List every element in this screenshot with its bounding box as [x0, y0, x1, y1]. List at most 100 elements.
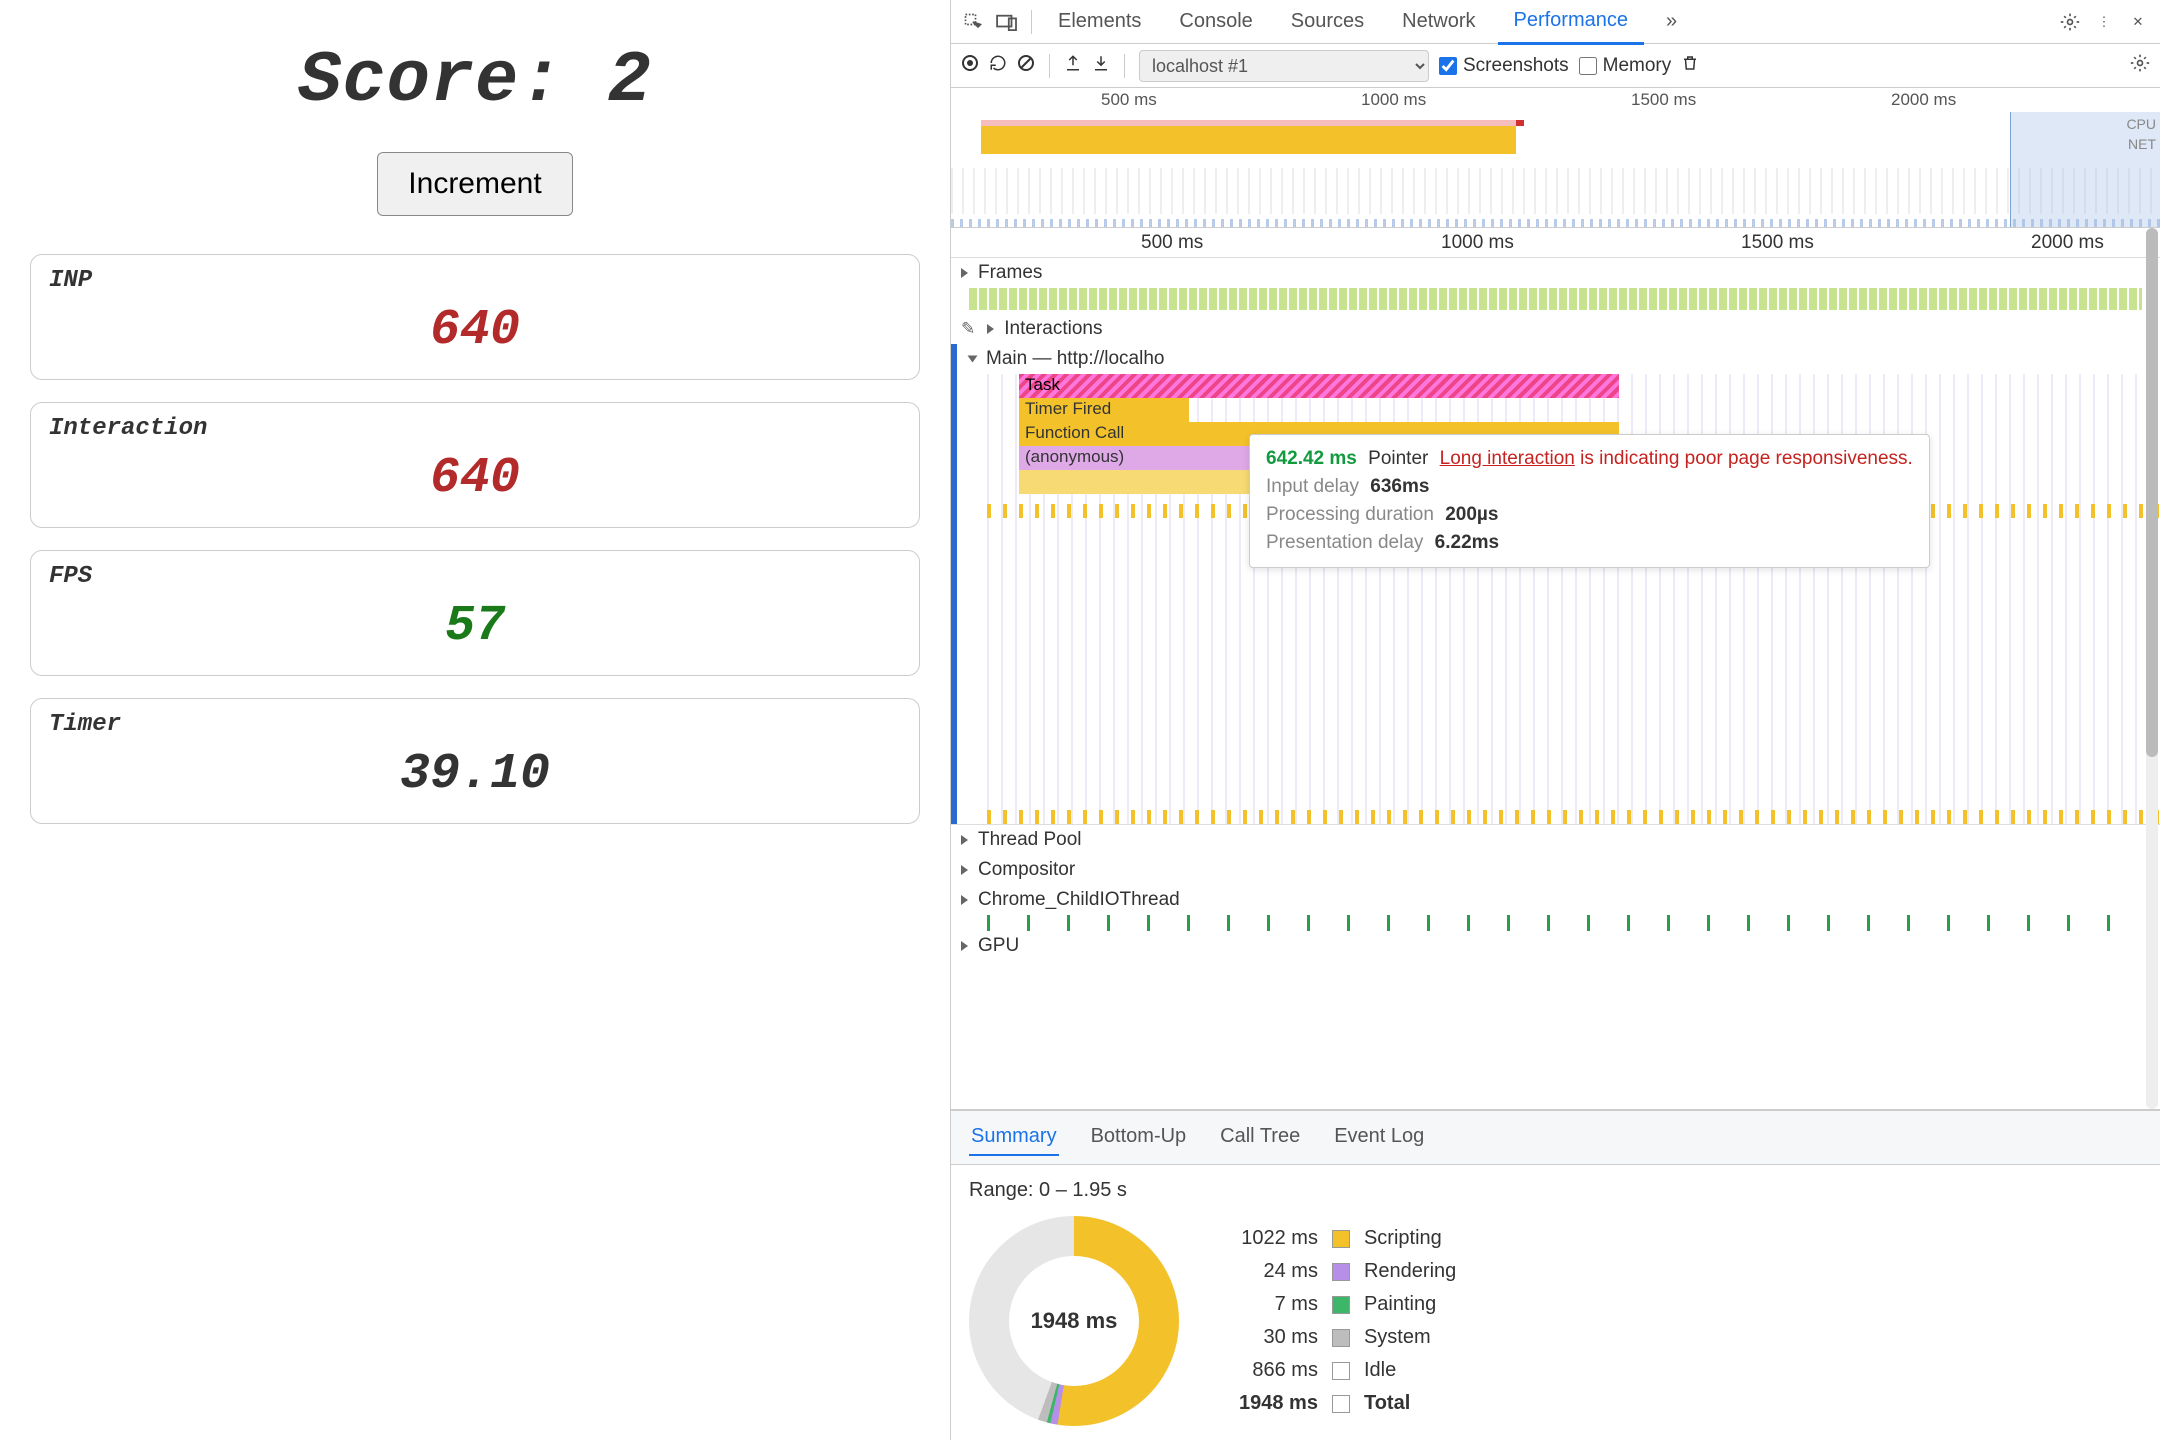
tooltip-tail: is indicating poor page responsiveness.: [1580, 448, 1913, 469]
legend-name: Painting: [1364, 1293, 1456, 1316]
screenshots-checkbox[interactable]: [1439, 57, 1457, 75]
flame-chart[interactable]: Task Timer Fired Function Call (anonymou…: [987, 374, 2160, 824]
tracks-scrollbar[interactable]: [2146, 228, 2158, 1109]
summary-legend: 1022 msScripting 24 msRendering 7 msPain…: [1239, 1227, 1456, 1415]
tab-more[interactable]: »: [1650, 0, 1693, 43]
sumtab-calltree[interactable]: Call Tree: [1218, 1119, 1302, 1156]
legend-ms: 1022 ms: [1239, 1227, 1318, 1250]
gpu-activity-marks: [987, 915, 2160, 931]
ruler2-tick: 500 ms: [1141, 232, 1203, 254]
track-main-header[interactable]: Main — http://localho: [951, 344, 2160, 374]
track-childio-label: Chrome_ChildIOThread: [978, 889, 1180, 911]
legend-name: Idle: [1364, 1359, 1456, 1382]
tooltip-long-interaction-link[interactable]: Long interaction: [1440, 448, 1575, 469]
legend-swatch-total: [1332, 1395, 1350, 1413]
download-icon[interactable]: [1092, 54, 1110, 78]
chevron-right-icon: [987, 324, 994, 334]
perf-toolbar: localhost #1 Screenshots Memory: [951, 44, 2160, 88]
chevron-right-icon: [961, 268, 968, 278]
legend-ms: 7 ms: [1239, 1293, 1318, 1316]
legend-swatch-rendering: [1332, 1263, 1350, 1281]
separator: [1049, 54, 1050, 78]
sumtab-bottomup[interactable]: Bottom-Up: [1089, 1119, 1189, 1156]
screenshots-label: Screenshots: [1463, 55, 1569, 77]
reload-icon[interactable]: [989, 54, 1007, 78]
track-frames-content[interactable]: [969, 288, 2142, 310]
track-threadpool-header[interactable]: Thread Pool: [951, 825, 2160, 855]
track-frames-header[interactable]: Frames: [951, 258, 2160, 288]
score-heading: Score: 2: [298, 40, 652, 122]
summary-tabs: Summary Bottom-Up Call Tree Event Log: [951, 1110, 2160, 1165]
card-interaction: Interaction 640: [30, 402, 920, 528]
tooltip-row-value: 6.22ms: [1435, 532, 1499, 553]
tooltip-row-value: 636ms: [1370, 476, 1429, 497]
legend-swatch-idle: [1332, 1362, 1350, 1380]
tab-performance[interactable]: Performance: [1498, 0, 1645, 45]
overview-net-activity: [951, 168, 2160, 214]
close-icon[interactable]: ✕: [2124, 8, 2152, 36]
tab-network[interactable]: Network: [1386, 0, 1491, 43]
upload-icon[interactable]: [1064, 54, 1082, 78]
chevron-down-icon: [968, 356, 978, 363]
overview-cpu-label: CPU: [2126, 114, 2156, 134]
ruler-tick: 2000 ms: [1891, 90, 1956, 110]
ruler-tick: 1500 ms: [1631, 90, 1696, 110]
track-compositor-header[interactable]: Compositor: [951, 855, 2160, 885]
increment-button[interactable]: Increment: [377, 152, 572, 216]
flame-task[interactable]: Task: [1019, 374, 1619, 398]
track-threadpool-label: Thread Pool: [978, 829, 1082, 851]
legend-ms: 24 ms: [1239, 1260, 1318, 1283]
memory-label: Memory: [1603, 55, 1672, 77]
chevron-right-icon: [961, 941, 968, 951]
track-gpu-header[interactable]: GPU: [951, 931, 2160, 961]
chevron-right-icon: [961, 895, 968, 905]
tab-sources[interactable]: Sources: [1275, 0, 1380, 43]
flame-row[interactable]: [987, 810, 2160, 824]
overview-cpu-spike: [1516, 120, 1524, 126]
flame-timer-fired[interactable]: Timer Fired: [1019, 398, 1189, 422]
memory-checkbox[interactable]: [1579, 57, 1597, 75]
tooltip-time: 642.42 ms: [1266, 448, 1357, 469]
device-toolbar-icon[interactable]: [993, 8, 1021, 36]
track-interactions-header[interactable]: ✎ Interactions: [951, 314, 2160, 344]
legend-name: System: [1364, 1326, 1456, 1349]
card-fps: FPS 57: [30, 550, 920, 676]
overview-minimap[interactable]: 500 ms 1000 ms 1500 ms 2000 ms CPU NET: [951, 88, 2160, 228]
card-inp-label: INP: [49, 267, 901, 294]
tab-elements[interactable]: Elements: [1042, 0, 1157, 43]
separator: [1031, 10, 1032, 34]
tracks-area: 500 ms 1000 ms 1500 ms 2000 ms Frames ✎ …: [951, 228, 2160, 1110]
donut-center: 1948 ms: [969, 1216, 1179, 1426]
legend-name: Total: [1364, 1392, 1456, 1415]
app-pane: Score: 2 Increment INP 640 Interaction 6…: [0, 0, 950, 1440]
interaction-tooltip: 642.42 ms Pointer Long interaction is in…: [1249, 434, 1930, 568]
overview-side-labels: CPU NET: [2126, 114, 2156, 154]
scrollbar-thumb[interactable]: [2146, 228, 2158, 757]
inspect-element-icon[interactable]: [959, 8, 987, 36]
ruler2-tick: 1000 ms: [1441, 232, 1514, 254]
target-select[interactable]: localhost #1: [1139, 50, 1429, 82]
tooltip-row: Processing duration 200µs: [1266, 501, 1913, 529]
gear-icon[interactable]: [2056, 8, 2084, 36]
separator: [1124, 54, 1125, 78]
memory-toggle[interactable]: Memory: [1579, 55, 1672, 77]
card-timer: Timer 39.10: [30, 698, 920, 824]
pencil-icon[interactable]: ✎: [961, 319, 975, 339]
legend-swatch-scripting: [1332, 1230, 1350, 1248]
kebab-icon[interactable]: ⋮: [2090, 8, 2118, 36]
sumtab-summary[interactable]: Summary: [969, 1119, 1059, 1156]
track-frames-label: Frames: [978, 262, 1042, 284]
gc-icon[interactable]: [1681, 53, 1699, 79]
overview-body: CPU NET: [951, 112, 2160, 227]
track-childio-header[interactable]: Chrome_ChildIOThread: [951, 885, 2160, 915]
overview-net-label: NET: [2126, 134, 2156, 154]
ruler2-tick: 2000 ms: [2031, 232, 2104, 254]
legend-ms: 30 ms: [1239, 1326, 1318, 1349]
record-icon[interactable]: [961, 54, 979, 78]
track-main-label: Main — http://localho: [986, 348, 1164, 370]
tab-console[interactable]: Console: [1163, 0, 1268, 43]
sumtab-eventlog[interactable]: Event Log: [1332, 1119, 1426, 1156]
screenshots-toggle[interactable]: Screenshots: [1439, 55, 1569, 77]
clear-icon[interactable]: [1017, 54, 1035, 78]
perf-settings-icon[interactable]: [2130, 53, 2150, 79]
